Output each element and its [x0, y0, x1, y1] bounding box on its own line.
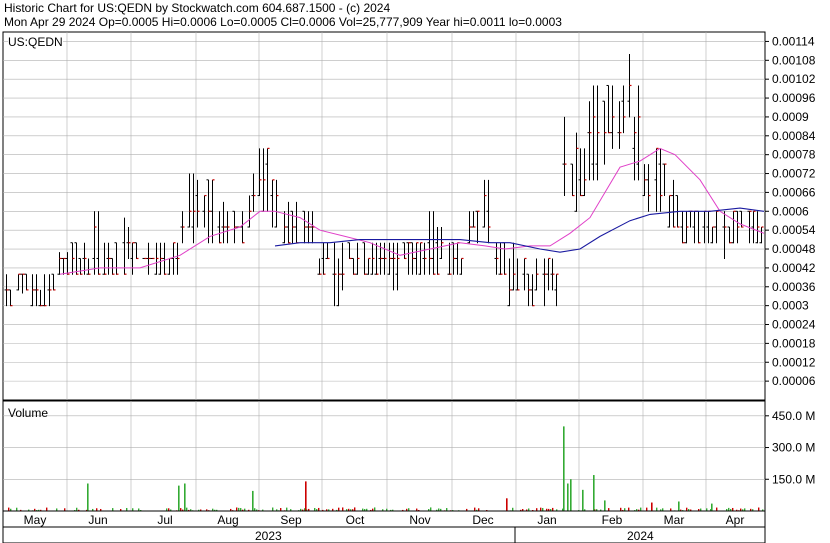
price-tick-label: 0.00036: [772, 280, 816, 294]
volume-bar: [711, 503, 713, 511]
price-tick-label: 0.00072: [772, 167, 816, 181]
volume-bar: [286, 507, 288, 511]
volume-bar: [46, 507, 48, 511]
price-tick-label: 0.00096: [772, 91, 816, 105]
price-tick-label: 0.00108: [772, 53, 816, 67]
price-axis-ticks: 0.00114 0.00108 0.00102 0.00096 0.0009 0.0008…: [765, 34, 816, 388]
volume-bar: [184, 483, 186, 511]
price-panel-frame: [2, 31, 766, 401]
volume-bar: [506, 498, 508, 511]
volume-panel-frame: [2, 400, 766, 512]
month-label: Jan: [537, 513, 556, 527]
volume-bar: [252, 490, 254, 511]
volume-bar: [678, 501, 680, 511]
price-tick-label: 0.00042: [772, 261, 816, 275]
price-tick-label: 0.00114: [772, 34, 815, 48]
volume-bar: [604, 500, 606, 511]
price-tick-label: 0.00102: [772, 72, 816, 86]
volume-bar: [567, 483, 569, 511]
month-label: Apr: [726, 513, 745, 527]
price-tick-label: 0.00054: [772, 223, 816, 237]
month-label: Jun: [88, 513, 107, 527]
price-tick-label: 0.00006: [772, 374, 816, 388]
price-tick-label: 0.0006: [772, 204, 809, 218]
price-tick-label: 0.0009: [772, 110, 809, 124]
price-tick-label: 0.00018: [772, 336, 816, 350]
volume-bar: [305, 481, 307, 511]
chart-canvas: 0.00114 0.00108 0.00102 0.00096 0.0009 0.0008…: [2, 31, 816, 543]
price-tick-label: 0.0003: [772, 299, 809, 313]
volume-bar: [374, 507, 376, 511]
volume-bar: [186, 507, 188, 511]
volume-bar: [582, 489, 584, 511]
volume-bar: [474, 507, 476, 511]
price-tick-label: 0.00048: [772, 242, 816, 256]
month-label: Dec: [472, 513, 493, 527]
month-label: Feb: [602, 513, 623, 527]
volume-bar: [716, 507, 718, 511]
price-tick-label: 0.00078: [772, 148, 816, 162]
price-panel-label: US:QEDN: [8, 35, 63, 49]
volume-bar: [87, 483, 89, 511]
year-label-2024: 2024: [627, 529, 654, 543]
volume-axis-ticks: 450.0 M 300.0 M 150.0 M: [765, 409, 815, 486]
volume-bar: [540, 507, 542, 511]
chart-root: Historic Chart for US:QEDN by Stockwatch…: [0, 0, 830, 543]
volume-bar: [236, 507, 238, 511]
volume-bar: [593, 475, 595, 511]
price-tick-label: 0.00024: [772, 318, 816, 332]
volume-bar: [640, 507, 642, 511]
price-tick-label: 0.00084: [772, 129, 816, 143]
month-label: Oct: [346, 513, 365, 527]
volume-bar: [354, 507, 356, 511]
month-label: Jul: [157, 513, 172, 527]
volume-bar: [272, 507, 274, 511]
month-label: Nov: [409, 513, 430, 527]
volume-bar: [178, 485, 180, 511]
volume-tick-label: 450.0 M: [772, 409, 815, 423]
volume-bar: [628, 507, 630, 511]
volume-bar: [342, 507, 344, 511]
month-label: Mar: [664, 513, 685, 527]
month-label: May: [24, 513, 47, 527]
price-tick-label: 0.00012: [772, 355, 816, 369]
volume-bar: [758, 507, 760, 511]
volume-bar: [656, 507, 658, 511]
volume-bar: [646, 507, 648, 511]
month-label: Aug: [217, 513, 238, 527]
volume-tick-label: 300.0 M: [772, 441, 815, 455]
volume-bar: [430, 507, 432, 511]
month-axis: [2, 510, 766, 528]
volume-bar: [651, 502, 653, 511]
volume-bar: [570, 479, 572, 511]
volume-bar: [563, 426, 565, 511]
volume-tick-label: 150.0 M: [772, 472, 815, 486]
volume-bar: [8, 507, 10, 511]
year-label-2023: 2023: [255, 529, 282, 543]
volume-panel-label: Volume: [8, 406, 49, 420]
month-label: Sep: [280, 513, 302, 527]
price-tick-label: 0.00066: [772, 185, 816, 199]
